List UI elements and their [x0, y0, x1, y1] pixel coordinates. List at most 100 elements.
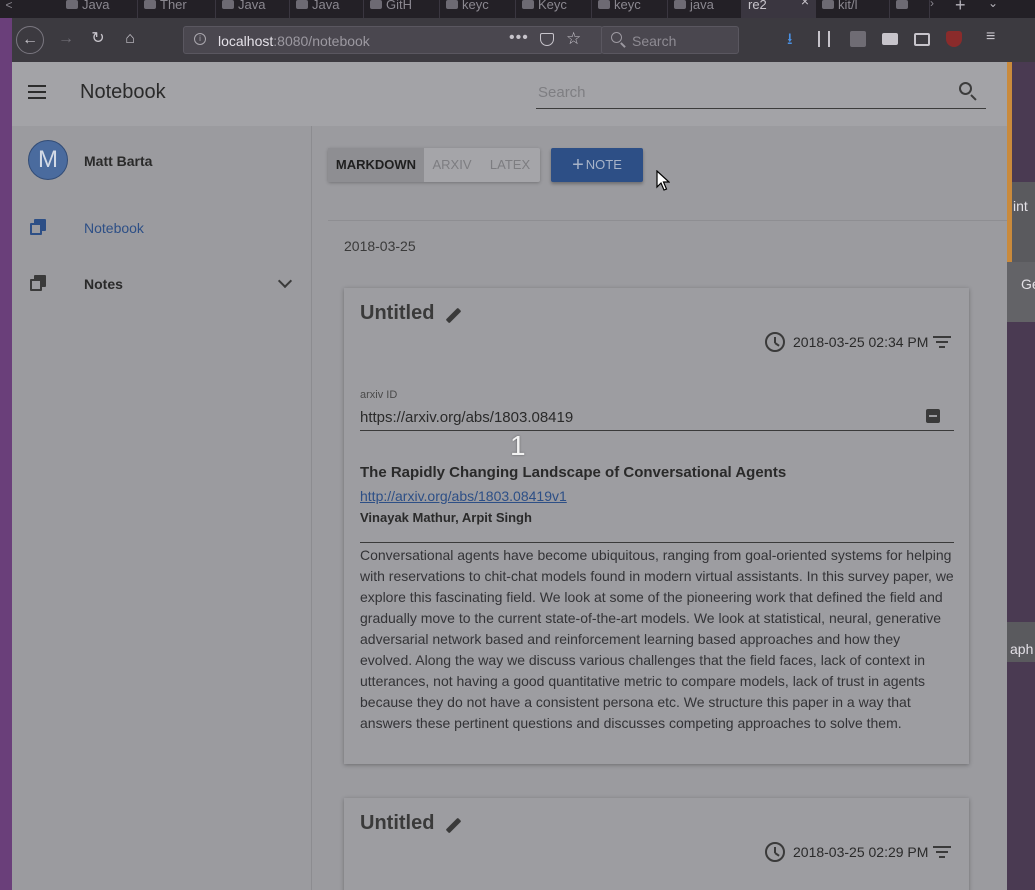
note-card: Untitled 2018-03-25 02:34 PM arxiv ID Th… [344, 288, 969, 764]
tab-latex[interactable]: LATEX [480, 148, 540, 182]
tab-favicon-icon [822, 0, 834, 9]
note-mode-toggle: MARKDOWN ARXIV LATEX [328, 148, 540, 182]
library-books-icon [30, 219, 46, 235]
download-icon[interactable]: ⭳ [787, 28, 803, 48]
browser-navigation-bar: ← → ↻ ⌂ i localhost:8080/notebook ••• ☆ … [12, 18, 1035, 63]
add-note-label: NOTE [585, 157, 622, 172]
background-text: aph [1010, 641, 1034, 657]
edit-pencil-icon[interactable] [444, 817, 462, 834]
extension-icon[interactable] [850, 31, 866, 47]
new-tab-button[interactable]: + [955, 0, 966, 16]
paper-authors: Vinayak Mathur, Arpit Singh [360, 510, 532, 525]
url-text[interactable]: localhost:8080/notebook [218, 33, 370, 49]
clock-icon [765, 842, 785, 862]
browser-tab[interactable] [890, 0, 930, 18]
edit-pencil-icon[interactable] [444, 307, 462, 324]
clock-icon [765, 332, 785, 352]
app-search-field[interactable] [536, 78, 986, 109]
tab-scroll-right-button[interactable]: › [930, 0, 934, 10]
tab-favicon-icon [144, 0, 156, 9]
main-content: MARKDOWN ARXIV LATEX + NOTE 2018-03-25 Un… [312, 126, 1007, 890]
app-toolbar: Notebook [12, 62, 1007, 126]
tab-favicon-icon [598, 0, 610, 9]
sidebar-item-label: Notes [84, 276, 123, 292]
tab-arxiv[interactable]: ARXIV [424, 148, 480, 182]
note-timestamp: 2018-03-25 02:34 PM [793, 334, 929, 350]
tab-favicon-icon [446, 0, 458, 9]
browser-tab[interactable]: GitH [364, 0, 440, 18]
notebook-app: Notebook M Matt Barta Notebook Notes MAR… [12, 62, 1007, 890]
background-window [1007, 262, 1035, 322]
library-icon[interactable] [818, 31, 830, 47]
browser-tab[interactable]: keyc [592, 0, 668, 18]
filter-icon[interactable] [933, 336, 951, 348]
tab-markdown[interactable]: MARKDOWN [328, 148, 424, 182]
plus-icon: + [572, 154, 584, 176]
tab-favicon-icon [66, 0, 78, 9]
sidebar-item-notebook[interactable]: Notebook [12, 204, 311, 252]
back-arrow-icon[interactable]: ← [16, 26, 44, 54]
chevron-down-icon[interactable] [277, 273, 293, 289]
clipboard-icon[interactable] [926, 409, 940, 423]
mouse-cursor-icon [656, 170, 670, 191]
browser-tab-active[interactable]: re2 × [742, 0, 816, 18]
browser-search-box[interactable]: Search [601, 26, 739, 54]
browser-tab[interactable]: kit/l [816, 0, 890, 18]
hamburger-menu-icon[interactable] [28, 85, 48, 101]
note-card: Untitled 2018-03-25 02:29 PM [344, 798, 969, 890]
forward-arrow-icon[interactable]: → [52, 26, 80, 54]
filter-icon[interactable] [933, 846, 951, 858]
pocket-icon[interactable] [540, 33, 554, 46]
hamburger-menu-icon[interactable]: ≡ [986, 28, 1002, 45]
browser-tab[interactable]: Java [60, 0, 138, 18]
tab-favicon-icon [522, 0, 534, 9]
address-bar[interactable]: i localhost:8080/notebook ••• ☆ [183, 26, 603, 54]
divider [328, 220, 1007, 221]
ublock-icon[interactable] [946, 31, 962, 47]
search-icon [611, 32, 622, 43]
extension-icon[interactable] [882, 33, 898, 45]
search-input[interactable] [536, 80, 950, 104]
add-note-button[interactable]: + NOTE [551, 148, 643, 182]
browser-tab[interactable]: Java [290, 0, 364, 18]
navigation-drawer: M Matt Barta Notebook Notes [12, 126, 312, 890]
browser-tab[interactable]: Keyc [516, 0, 592, 18]
app-title: Notebook [80, 81, 166, 103]
paper-abstract: Conversational agents have become ubiqui… [360, 547, 954, 731]
user-name: Matt Barta [84, 153, 153, 169]
arxiv-id-field[interactable] [360, 406, 954, 431]
browser-search-placeholder: Search [632, 33, 677, 49]
arxiv-id-input[interactable] [360, 406, 910, 428]
paper-title: The Rapidly Changing Landscape of Conver… [360, 464, 787, 481]
desktop-edge [0, 18, 12, 890]
sidebar-item-notes[interactable]: Notes [12, 260, 311, 308]
reload-icon[interactable]: ↻ [84, 26, 112, 54]
close-icon[interactable]: × [801, 0, 809, 8]
browser-tab[interactable]: keyc [440, 0, 516, 18]
browser-tab[interactable]: Java [216, 0, 290, 18]
browser-tab[interactable]: Ther [138, 0, 216, 18]
tab-favicon-icon [370, 0, 382, 9]
paper-link[interactable]: http://arxiv.org/abs/1803.08419v1 [360, 488, 567, 504]
arxiv-id-label: arxiv ID [360, 389, 398, 401]
search-icon[interactable] [959, 82, 972, 95]
tab-favicon-icon [222, 0, 234, 9]
home-icon[interactable]: ⌂ [116, 26, 144, 54]
browser-tab[interactable]: java [668, 0, 742, 18]
tab-favicon-icon [896, 0, 908, 9]
tab-list-chevron-icon[interactable]: ⌄ [988, 0, 998, 10]
sidebar-icon[interactable] [914, 33, 930, 46]
sidebar-item-label: Notebook [84, 220, 144, 236]
note-title: Untitled [360, 812, 435, 834]
avatar[interactable]: M [28, 140, 68, 180]
bookmark-star-icon[interactable]: ☆ [566, 29, 581, 49]
page-actions-button[interactable]: ••• [509, 29, 529, 47]
tab-favicon-icon [674, 0, 686, 9]
tab-scroll-left-button[interactable]: < [0, 0, 18, 18]
tab-favicon-icon [296, 0, 308, 9]
scrollbar-thumb[interactable] [1007, 62, 1012, 262]
info-icon[interactable]: i [194, 33, 206, 45]
note-title: Untitled [360, 302, 435, 324]
date-heading: 2018-03-25 [344, 238, 416, 254]
step-number-overlay: 1 [510, 430, 526, 461]
